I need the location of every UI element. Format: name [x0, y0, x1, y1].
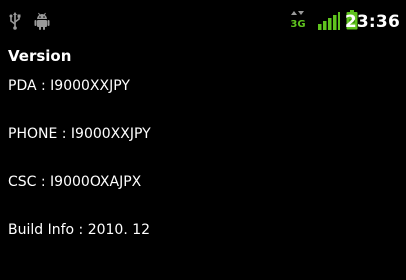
android-debug-icon	[34, 12, 50, 34]
csc-version-text: CSC : I9000OXAJPX	[8, 174, 142, 190]
build-info-text: Build Info : 2010. 12	[8, 222, 151, 238]
phone-version-text: PHONE : I9000XXJPY	[8, 126, 151, 142]
signal-strength-icon	[318, 12, 340, 34]
pda-version-text: PDA : I9000XXJPY	[8, 78, 130, 94]
status-bar: 3G 99 23:36	[0, 0, 406, 40]
3g-data-icon: 3G	[290, 11, 306, 35]
usb-icon	[8, 12, 22, 34]
network-type-label: 3G	[290, 19, 305, 30]
version-title: Version	[8, 47, 72, 65]
status-bar-clock: 23:36	[344, 12, 400, 32]
version-info-screen: Version PDA : I9000XXJPY PHONE : I9000XX…	[0, 40, 406, 280]
